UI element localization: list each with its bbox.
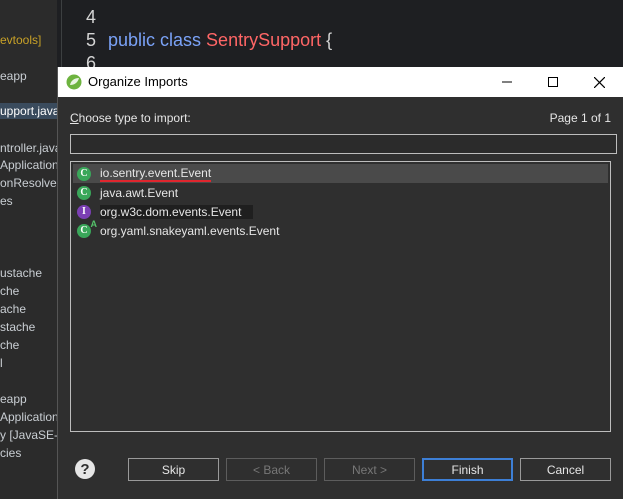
dialog-title: Organize Imports <box>88 74 188 89</box>
sidebar-item[interactable]: l <box>0 355 3 371</box>
choose-type-text: hoose type to import: <box>78 111 191 125</box>
sidebar-item-selected[interactable]: upport.java <box>0 103 57 119</box>
sidebar-item[interactable]: che <box>0 283 19 299</box>
sidebar-item[interactable]: ustache <box>0 265 42 281</box>
brace-text: { <box>321 30 333 50</box>
close-icon <box>593 76 605 88</box>
spring-tools-icon <box>66 74 82 90</box>
class-icon: C <box>77 166 91 181</box>
abstract-class-icon: CA <box>77 219 97 238</box>
list-item-org-yaml-snakeyaml-events-event[interactable]: CA org.yaml.snakeyaml.events.Event <box>73 219 280 240</box>
minimize-button[interactable] <box>484 67 530 97</box>
sidebar-item[interactable]: y [JavaSE-1 <box>0 427 57 443</box>
code-editor[interactable]: 4 5 public class SentrySupport { 6 <box>62 0 623 73</box>
sidebar-item[interactable]: Application <box>0 157 57 173</box>
maximize-button[interactable] <box>530 67 576 97</box>
class-icon: C <box>77 185 91 200</box>
list-item-java-awt-event[interactable]: C java.awt.Event <box>73 183 178 202</box>
sidebar-item[interactable]: onResolver. <box>0 175 57 191</box>
code-line-4: 4 <box>86 6 108 28</box>
choose-type-label: Choose type to import: <box>70 111 191 125</box>
keyword-text: public class <box>108 30 207 50</box>
code-line-5: 5 public class SentrySupport { <box>86 29 332 51</box>
type-name: org.yaml.snakeyaml.events.Event <box>100 223 280 238</box>
skip-button[interactable]: Skip <box>128 458 219 481</box>
project-explorer: evtools] eapp upport.java ntroller.java Appl… <box>0 0 57 499</box>
type-name: org.w3c.dom.events.Event <box>100 204 254 219</box>
sidebar-item[interactable]: evtools] <box>0 32 41 48</box>
sidebar-item[interactable]: es <box>0 193 13 209</box>
cancel-button[interactable]: Cancel <box>520 458 611 481</box>
sidebar-item[interactable]: che <box>0 337 19 353</box>
page-indicator: Page 1 of 1 <box>549 111 611 125</box>
minimize-icon <box>502 81 512 83</box>
next-button[interactable]: Next > <box>324 458 415 481</box>
type-list[interactable]: C io.sentry.event.Event C java.awt.Event… <box>70 161 611 432</box>
class-name-text: SentrySupport <box>206 30 322 50</box>
list-item-org-w3c-dom-events-event[interactable]: I org.w3c.dom.events.Event <box>73 202 254 221</box>
type-name: io.sentry.event.Event <box>100 165 212 182</box>
sidebar-item[interactable]: stache <box>0 319 35 335</box>
sidebar-item[interactable]: eapp <box>0 68 27 84</box>
interface-icon: I <box>77 204 91 219</box>
list-item-io-sentry-event[interactable]: C io.sentry.event.Event <box>73 164 608 183</box>
organize-imports-dialog: Organize Imports Choose type to import: … <box>57 67 623 499</box>
sidebar-item[interactable]: Application <box>0 409 57 425</box>
type-filter-input[interactable] <box>70 134 617 154</box>
help-icon[interactable]: ? <box>75 459 95 479</box>
sidebar-item[interactable]: ntroller.java <box>0 140 57 156</box>
back-button[interactable]: < Back <box>226 458 317 481</box>
line-number: 5 <box>86 30 97 50</box>
dialog-titlebar[interactable]: Organize Imports <box>58 67 623 97</box>
sidebar-item[interactable]: cies <box>0 445 21 461</box>
sidebar-item[interactable]: ache <box>0 301 26 317</box>
sidebar-item[interactable]: eapp <box>0 391 27 407</box>
mnemonic-letter: C <box>70 111 79 125</box>
line-number: 4 <box>86 7 97 27</box>
close-button[interactable] <box>576 67 622 97</box>
type-name: java.awt.Event <box>100 185 179 200</box>
finish-button[interactable]: Finish <box>422 458 513 481</box>
maximize-icon <box>548 77 558 87</box>
